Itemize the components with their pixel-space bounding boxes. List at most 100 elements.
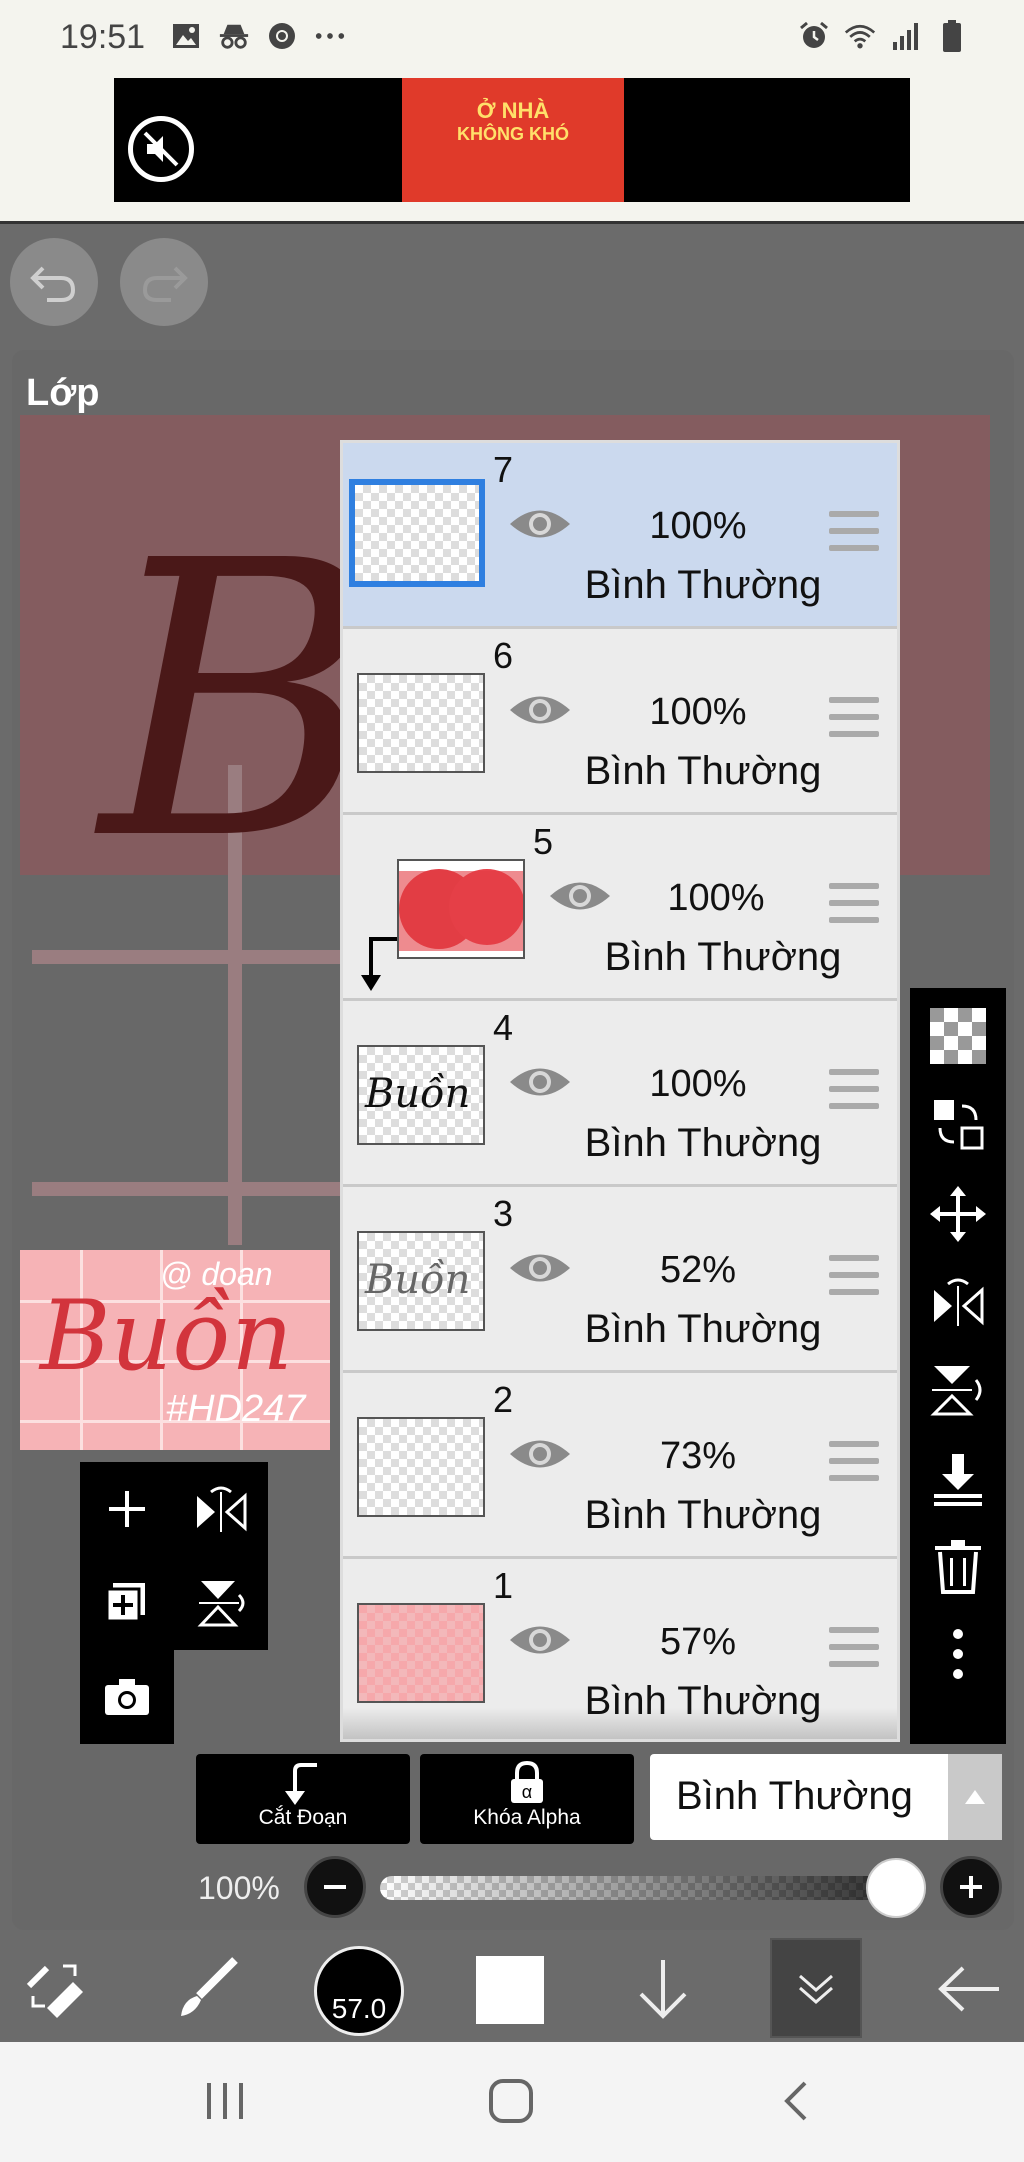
canvas-artwork: B: [100, 480, 380, 923]
layer-blend-mode: Bình Thường: [584, 1121, 822, 1165]
redo-button[interactable]: [120, 238, 208, 326]
flip-horizontal-button-right[interactable]: [922, 1266, 994, 1338]
brush-icon: [181, 1957, 238, 2016]
drag-handle-icon[interactable]: [829, 883, 879, 923]
canvas-grid-line: [32, 950, 342, 964]
layer-blend-mode: Bình Thường: [584, 563, 822, 607]
duplicate-icon: [105, 1583, 145, 1623]
clipping-button[interactable]: Cắt Đoạn: [196, 1754, 410, 1844]
swap-icon: [934, 1100, 984, 1150]
drag-handle-icon[interactable]: [829, 1069, 879, 1109]
opacity-increase-button[interactable]: [940, 1856, 1002, 1918]
layer-blend-mode: Bình Thường: [584, 749, 822, 793]
layer-thumbnail[interactable]: [357, 1603, 485, 1703]
flip-vertical-icon: [197, 1581, 245, 1627]
mute-icon[interactable]: [128, 116, 194, 182]
layer-number: 2: [493, 1379, 514, 1420]
layer-thumbnail[interactable]: [357, 1417, 485, 1517]
eye-icon[interactable]: [507, 1619, 573, 1661]
opacity-decrease-button[interactable]: [304, 1856, 366, 1918]
layer-row-6[interactable]: 6 100% Bình Thường: [343, 629, 897, 815]
layer-blend-mode: Bình Thường: [604, 935, 842, 979]
eye-icon[interactable]: [507, 689, 573, 731]
svg-text:α: α: [522, 1782, 532, 1802]
home-button[interactable]: [486, 2076, 536, 2126]
panel-title: Lớp: [26, 372, 100, 414]
opacity-slider[interactable]: [380, 1876, 920, 1900]
layer-row-4[interactable]: 4 Buồn 100% Bình Thường: [343, 1001, 897, 1187]
layer-list[interactable]: 7 100% Bình Thường 6 100% Bình Thường 5: [340, 440, 900, 1742]
merge-down-button[interactable]: [922, 1442, 994, 1514]
brush-size-indicator[interactable]: 57.0: [314, 1946, 404, 2036]
arrow-left-icon: [938, 1966, 999, 2012]
opacity-slider-thumb[interactable]: [866, 1858, 926, 1918]
camera-button[interactable]: [80, 1650, 174, 1744]
collapse-panel-button[interactable]: [770, 1938, 862, 2038]
layer-thumbnail[interactable]: [349, 479, 485, 587]
nav-back-button[interactable]: [776, 2076, 816, 2126]
flip-vertical-button[interactable]: [174, 1556, 268, 1650]
recents-button[interactable]: [200, 2076, 250, 2126]
ad-banner[interactable]: Ở NHÀ KHÔNG KHÓ: [114, 78, 910, 202]
signal-icon: [890, 20, 922, 52]
more-options-button[interactable]: [922, 1618, 994, 1690]
status-bar: 19:51: [0, 0, 1024, 78]
brush-tool-button[interactable]: [166, 1936, 246, 2042]
eye-icon[interactable]: [507, 1247, 573, 1289]
duplicate-layer-button[interactable]: [80, 1556, 174, 1650]
incognito-icon: [218, 20, 250, 52]
move-button[interactable]: [922, 1178, 994, 1250]
opacity-label: 100%: [198, 1870, 280, 1906]
undo-button[interactable]: [10, 238, 98, 326]
eye-icon[interactable]: [507, 1433, 573, 1475]
layer-thumbnail[interactable]: Buồn: [357, 1231, 485, 1331]
layer-thumbnail[interactable]: Buồn: [357, 1045, 485, 1145]
layer-thumbnail[interactable]: [357, 673, 485, 773]
drag-handle-icon[interactable]: [829, 1627, 879, 1667]
back-button[interactable]: [934, 1936, 1006, 2042]
chevron-left-icon: [784, 2081, 807, 2121]
eye-icon[interactable]: [507, 1061, 573, 1103]
layer-number: 4: [493, 1007, 514, 1048]
layer-thumbnail[interactable]: [397, 859, 525, 959]
ad-creative[interactable]: Ở NHÀ KHÔNG KHÓ: [402, 78, 624, 202]
layer-row-7[interactable]: 7 100% Bình Thường: [343, 443, 897, 629]
kebab-menu-icon: [953, 1629, 963, 1679]
alpha-lock-button[interactable]: α Khóa Alpha: [420, 1754, 634, 1844]
layer-row-2[interactable]: 2 73% Bình Thường: [343, 1373, 897, 1559]
transparency-button[interactable]: [922, 1000, 994, 1072]
color-swatch[interactable]: [476, 1956, 544, 2024]
layer-number: 7: [493, 449, 514, 490]
redo-icon: [142, 266, 188, 302]
eye-icon[interactable]: [547, 875, 613, 917]
flip-horizontal-button[interactable]: [174, 1462, 268, 1556]
add-layer-button[interactable]: [80, 1462, 174, 1556]
drag-handle-icon[interactable]: [829, 511, 879, 551]
checkerboard-icon: [930, 1008, 986, 1064]
eye-icon[interactable]: [507, 503, 573, 545]
delete-layer-button[interactable]: [922, 1530, 994, 1602]
alpha-lock-label: Khóa Alpha: [473, 1806, 581, 1829]
layer-blend-mode: Bình Thường: [584, 1307, 822, 1351]
clip-arrow-icon: [285, 1763, 317, 1805]
layer-row-3[interactable]: 3 Buồn 52% Bình Thường: [343, 1187, 897, 1373]
swap-layer-button[interactable]: [922, 1088, 994, 1160]
drag-handle-icon[interactable]: [829, 1255, 879, 1295]
app-root: 19:51 Ở NHÀ KHÔNG KHÓ Lớp B @ doan Buồn …: [0, 0, 1024, 2162]
undo-icon: [30, 266, 76, 302]
layer-number: 5: [533, 821, 554, 862]
blend-mode-select[interactable]: Bình Thường: [650, 1754, 1002, 1840]
layer-row-5[interactable]: 5 100% Bình Thường: [343, 815, 897, 1001]
transform-tool-button[interactable]: [14, 1936, 98, 2042]
layer-row-1[interactable]: 1 57% Bình Thường: [343, 1559, 897, 1739]
drag-handle-icon[interactable]: [829, 1441, 879, 1481]
flip-horizontal-icon: [197, 1486, 247, 1532]
layer-opacity: 100%: [649, 1063, 747, 1105]
layer-number: 1: [493, 1565, 514, 1606]
move-down-button[interactable]: [630, 1936, 696, 2042]
flip-horizontal-icon: [934, 1278, 984, 1326]
flip-vertical-button-right[interactable]: [922, 1354, 994, 1426]
drag-handle-icon[interactable]: [829, 697, 879, 737]
camera-icon: [105, 1679, 149, 1715]
layer-blend-mode: Bình Thường: [584, 1493, 822, 1537]
